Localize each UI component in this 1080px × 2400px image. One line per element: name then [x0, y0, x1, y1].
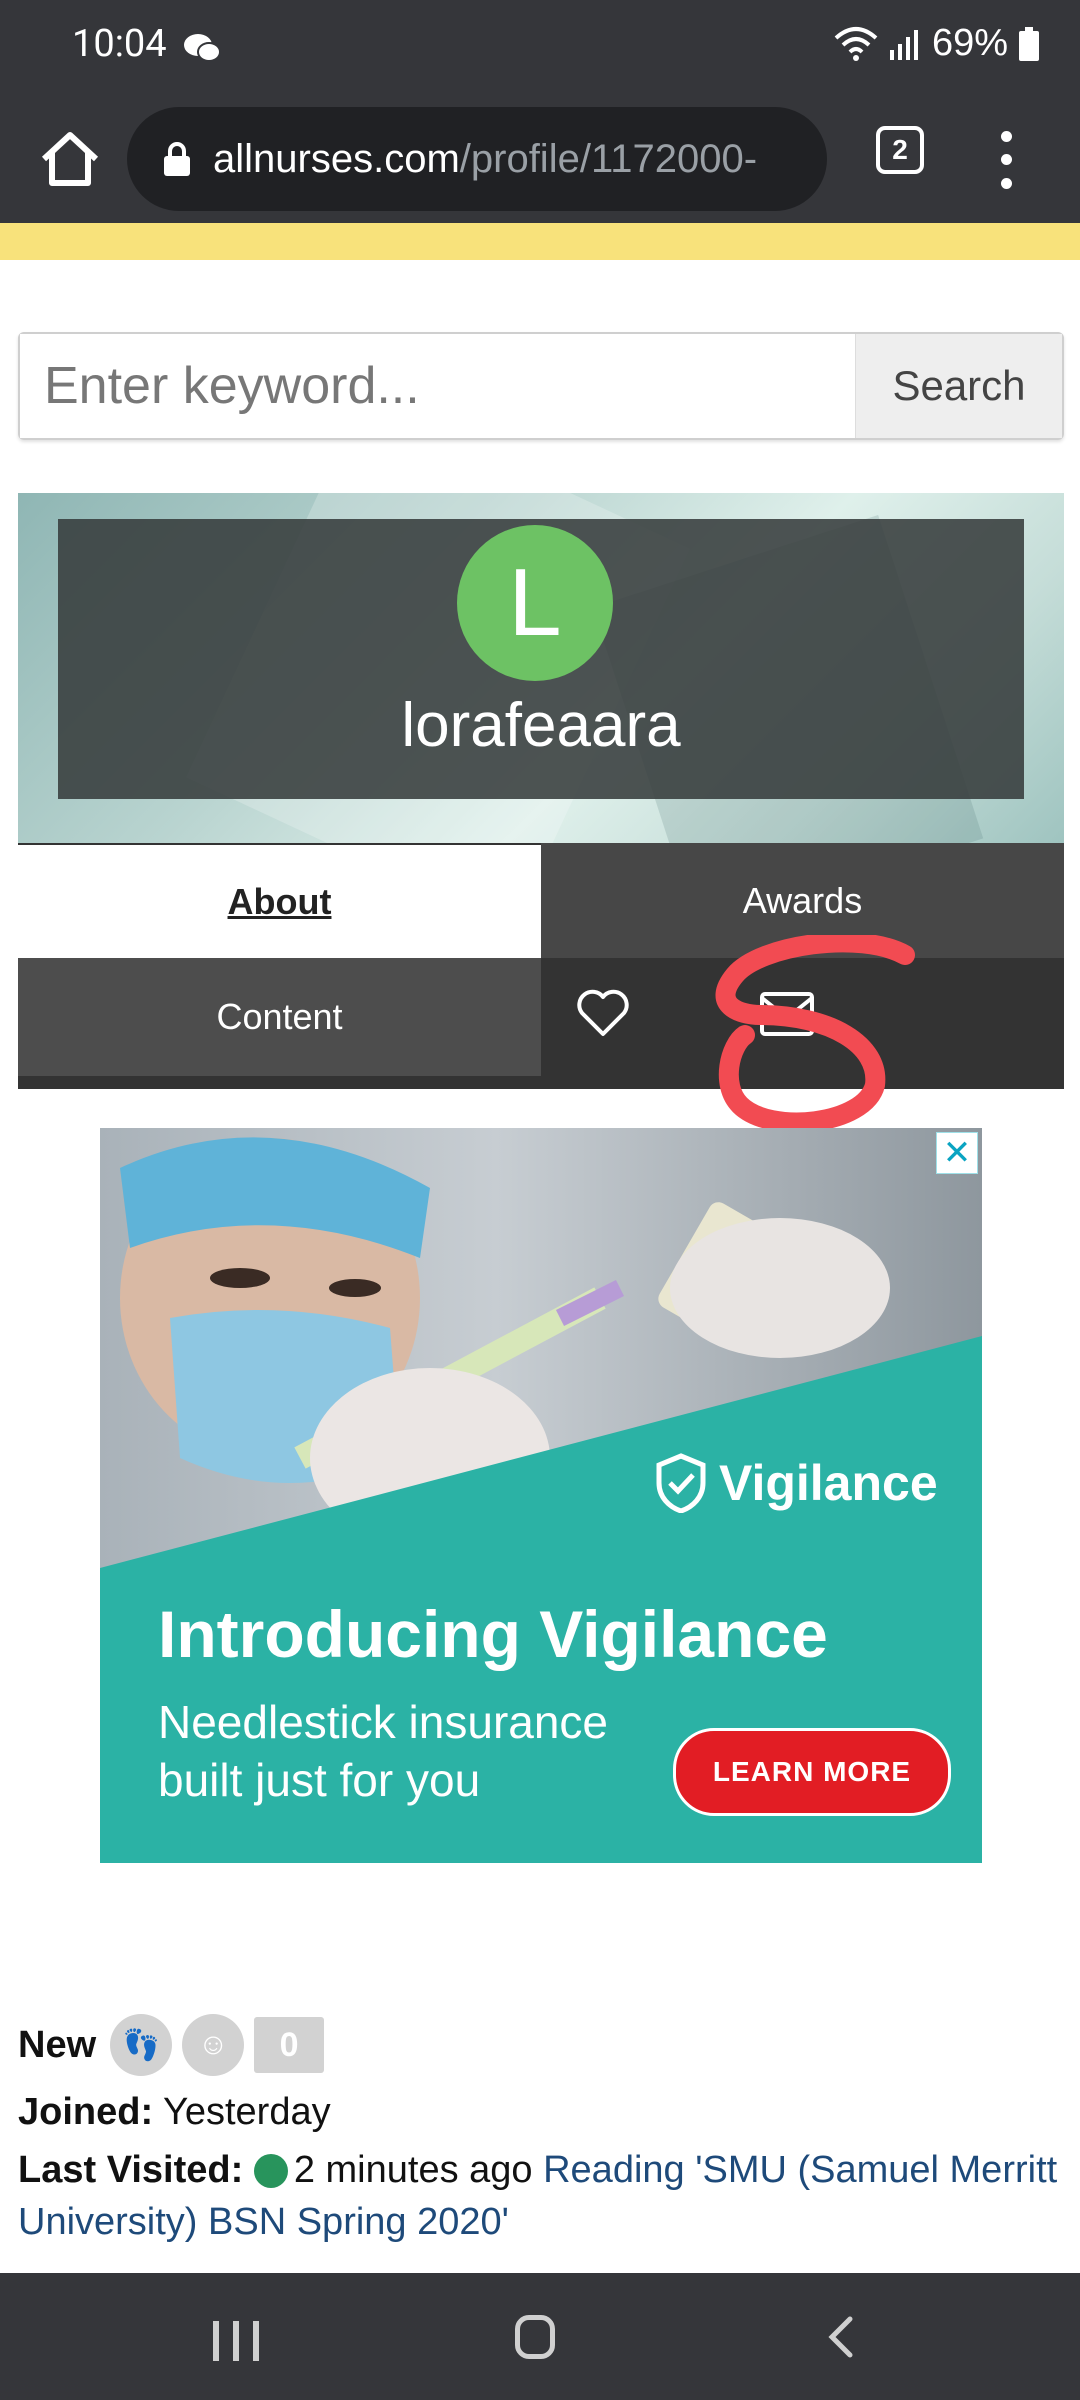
ad-brand-name: Vigilance [719, 1455, 938, 1511]
battery-percent: 69% [931, 22, 1008, 64]
battery-icon [1019, 26, 1039, 61]
url-path: /profile/1172000- [459, 136, 758, 181]
online-status-icon [253, 2154, 288, 2188]
lock-icon [164, 142, 190, 176]
tab-about[interactable]: About [18, 843, 541, 958]
home-icon[interactable] [34, 123, 106, 195]
post-count-badge: 0 [254, 2017, 325, 2073]
learn-more-button[interactable]: LEARN MORE [673, 1728, 951, 1816]
search-input[interactable] [20, 334, 855, 438]
ad-banner[interactable]: ✕ Vigilance Introducing Vigilance Needle… [100, 1128, 982, 1863]
avatar: L [457, 525, 613, 681]
ad-subline-2: built just for you [158, 1754, 481, 1806]
profile-username: lorafeaara [401, 691, 681, 760]
status-indicators: 69% [834, 22, 1040, 65]
ad-subline-1: Needlestick insurance [158, 1696, 609, 1748]
system-nav-bar [0, 2273, 1080, 2400]
browser-toolbar: allnurses.com/profile/1172000- 2 [0, 95, 1080, 223]
signal-icon [889, 29, 918, 60]
nav-home-icon[interactable] [515, 2315, 555, 2359]
joined-row: Joined: Yesterday [18, 2086, 1058, 2138]
heart-icon[interactable] [576, 988, 630, 1038]
joined-label: Joined: [18, 2091, 154, 2133]
site-header-strip [0, 223, 1080, 260]
footprints-badge-icon: 👣 [110, 2014, 173, 2076]
ad-close-icon[interactable]: ✕ [936, 1132, 978, 1174]
back-icon[interactable] [820, 2315, 864, 2359]
person-badge-icon: ☺ [182, 2014, 245, 2076]
ad-headline: Introducing Vigilance [158, 1597, 828, 1671]
search-button[interactable]: Search [855, 334, 1062, 438]
address-bar[interactable]: allnurses.com/profile/1172000- [127, 95, 827, 223]
profile-info: New 👣 ☺ 0 Joined: Yesterday Last Visited… [18, 2010, 1058, 2248]
recents-icon[interactable] [213, 2321, 259, 2361]
wechat-icon [184, 34, 221, 62]
rank-row: New 👣 ☺ 0 [18, 2010, 1058, 2080]
status-time: 10:04 [72, 22, 167, 66]
more-menu-icon[interactable] [988, 125, 1024, 195]
status-bar: 10:04 69% [0, 0, 1080, 95]
rank-label: New [18, 2023, 97, 2066]
url-text: allnurses.com/profile/1172000- [213, 137, 757, 182]
ad-subheadline: Needlestick insurance built just for you [158, 1693, 678, 1809]
last-visited-row: Last Visited: 2 minutes ago Reading 'SMU… [18, 2144, 1058, 2248]
shield-check-icon [656, 1453, 706, 1513]
url-domain: allnurses.com [213, 136, 460, 181]
tab-switcher-button[interactable]: 2 [876, 126, 924, 174]
search-form: Search [18, 332, 1064, 440]
wifi-icon [834, 26, 878, 61]
last-visited-time: 2 minutes ago [293, 2149, 533, 2191]
tab-content[interactable]: Content [18, 958, 541, 1076]
last-visited-label: Last Visited: [18, 2149, 244, 2191]
ad-brand: Vigilance [655, 1453, 938, 1513]
red-annotation-circle [715, 935, 915, 1133]
joined-value: Yesterday [163, 2091, 331, 2133]
